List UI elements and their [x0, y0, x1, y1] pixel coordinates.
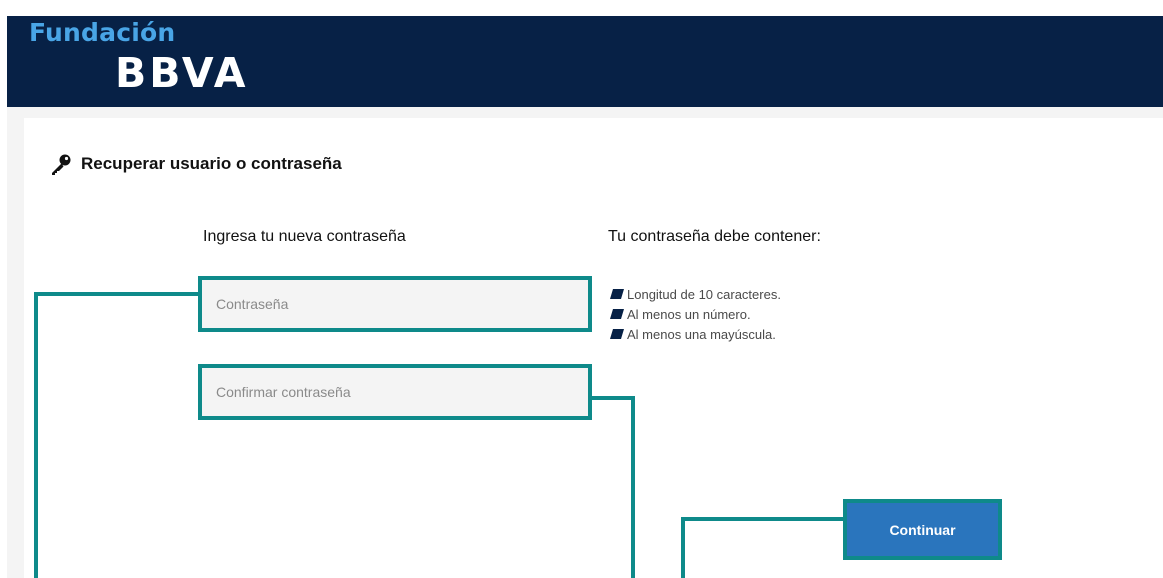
- rule-text: Al menos una mayúscula.: [627, 326, 776, 342]
- continue-button[interactable]: Continuar: [843, 499, 1002, 560]
- rule-text: Longitud de 10 caracteres.: [627, 286, 781, 302]
- callout-line: [592, 396, 635, 400]
- callout-line: [631, 396, 635, 578]
- password-field[interactable]: [198, 276, 592, 332]
- brand-logo-foundation: Fundación: [29, 18, 176, 47]
- brand-logo-bbva: BBVA: [115, 49, 249, 97]
- page-title: Recuperar usuario o contraseña: [49, 152, 342, 176]
- bullet-icon: [610, 329, 624, 339]
- callout-line: [34, 292, 38, 578]
- confirm-password-field[interactable]: [198, 364, 592, 420]
- callout-line: [34, 292, 198, 296]
- callout-line: [681, 517, 685, 578]
- rule-text: Al menos un número.: [627, 306, 751, 322]
- bullet-icon: [610, 289, 624, 299]
- password-rules-title: Tu contraseña debe contener:: [608, 228, 821, 245]
- rule-item: Longitud de 10 caracteres.: [610, 284, 781, 304]
- callout-line: [681, 517, 843, 521]
- rule-item: Al menos una mayúscula.: [610, 324, 781, 344]
- rule-item: Al menos un número.: [610, 304, 781, 324]
- password-input[interactable]: [216, 296, 574, 312]
- new-password-label: Ingresa tu nueva contraseña: [203, 228, 406, 245]
- page-title-text: Recuperar usuario o contraseña: [81, 154, 342, 173]
- bullet-icon: [610, 309, 624, 319]
- password-rules-list: Longitud de 10 caracteres. Al menos un n…: [610, 284, 781, 344]
- confirm-password-input[interactable]: [216, 384, 574, 400]
- header-bar: Fundación BBVA: [7, 16, 1163, 107]
- key-icon: [49, 152, 73, 176]
